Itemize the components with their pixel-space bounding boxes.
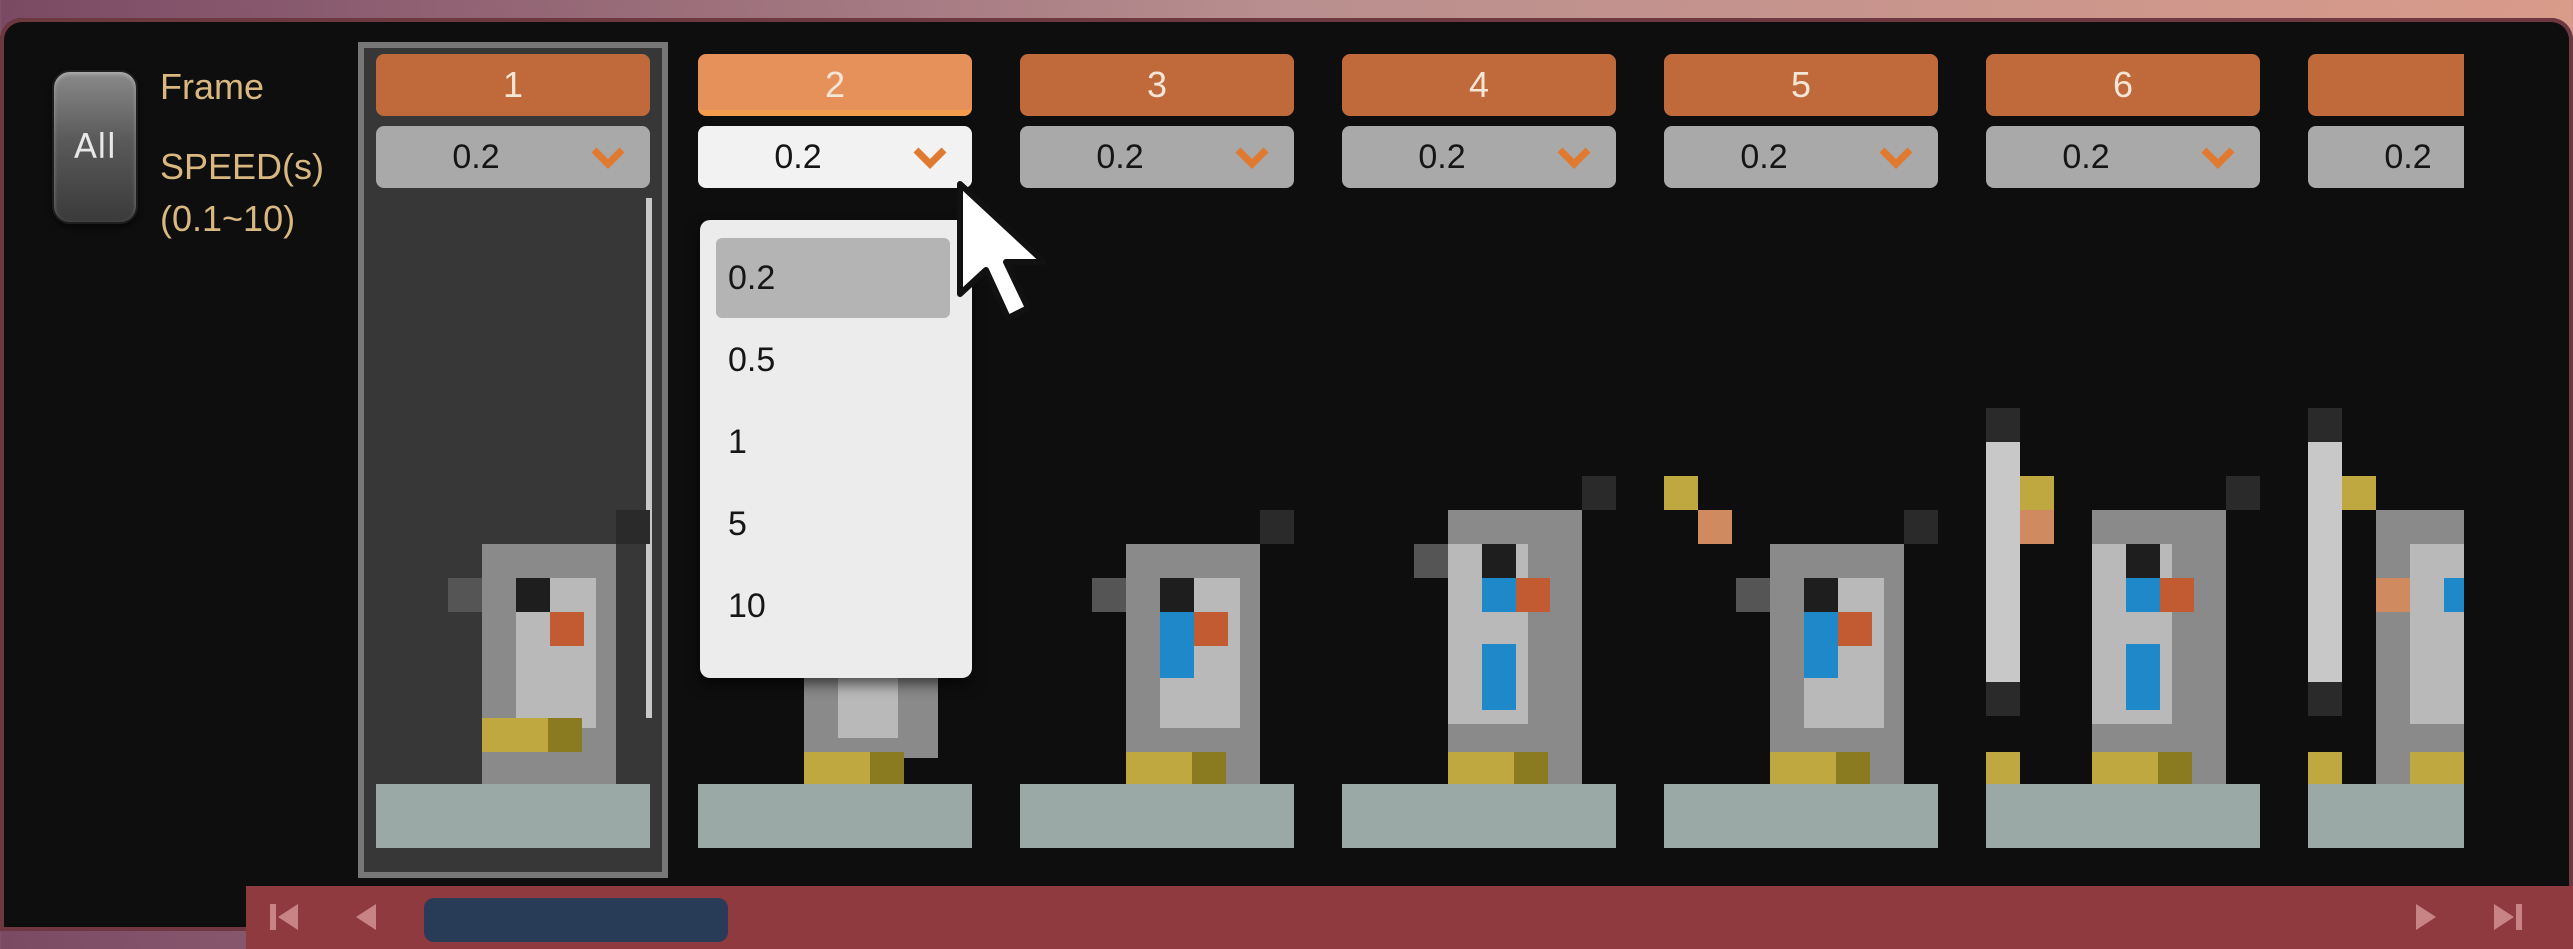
- animation-frame-panel: All Frame SPEED(s) (0.1~10) 1 0.2 2 0.2: [0, 18, 2573, 949]
- speed-option-0-2[interactable]: 0.2: [716, 238, 950, 318]
- frame-sprite-7: [2308, 198, 2464, 928]
- step-forward-icon[interactable]: [2406, 900, 2446, 934]
- speed-option-1[interactable]: 1: [716, 402, 950, 482]
- speed-select-5[interactable]: 0.2: [1664, 126, 1938, 188]
- frame-header-2[interactable]: 2: [698, 54, 972, 116]
- speed-select-1[interactable]: 0.2: [376, 126, 650, 188]
- frame-column-6[interactable]: 6 0.2: [1986, 18, 2260, 928]
- frame-floor-3: [1020, 784, 1294, 848]
- scrollbar-thumb[interactable]: [424, 898, 728, 942]
- mouse-pointer-icon: [957, 181, 1047, 321]
- frame-floor-7: [2308, 784, 2464, 848]
- speed-select-7[interactable]: 0.2: [2308, 126, 2464, 188]
- speed-value-5: 0.2: [1740, 138, 1788, 176]
- speed-dropdown-list: 0.2 0.5 1 5 10: [700, 220, 972, 678]
- frame-sprite-6: [1986, 198, 2260, 928]
- frame-label: Frame: [160, 66, 265, 107]
- frame-column-1[interactable]: 1 0.2: [358, 18, 668, 928]
- frame-sprite-5: [1664, 198, 1938, 928]
- all-button[interactable]: All: [52, 70, 138, 224]
- frame-column-4[interactable]: 4 0.2: [1342, 18, 1616, 928]
- chevron-down-icon: [1879, 147, 1913, 169]
- speed-option-5[interactable]: 5: [716, 484, 950, 564]
- frame-sprite-1: [376, 198, 652, 928]
- chevron-down-icon: [591, 147, 625, 169]
- speed-select-6[interactable]: 0.2: [1986, 126, 2260, 188]
- step-back-icon[interactable]: [346, 900, 386, 934]
- speed-value-7: 0.2: [2384, 138, 2432, 176]
- speed-value-2: 0.2: [774, 138, 822, 176]
- frame-header-5[interactable]: 5: [1664, 54, 1938, 116]
- frame-header-3[interactable]: 3: [1020, 54, 1294, 116]
- skip-to-end-icon[interactable]: [2486, 900, 2526, 934]
- speed-range-label: (0.1~10): [160, 198, 296, 239]
- frame-floor-5: [1664, 784, 1938, 848]
- speed-option-0-5[interactable]: 0.5: [716, 320, 950, 400]
- speed-select-4[interactable]: 0.2: [1342, 126, 1616, 188]
- frame-floor-6: [1986, 784, 2260, 848]
- frame-column-7[interactable]: 7 0.2: [2308, 18, 2464, 928]
- speed-label: SPEED(s): [160, 146, 325, 187]
- frame-column-5[interactable]: 5 0.2: [1664, 18, 1938, 928]
- frame-header-7[interactable]: 7: [2308, 54, 2464, 116]
- speed-value-6: 0.2: [2062, 138, 2110, 176]
- speed-option-10[interactable]: 10: [716, 566, 950, 646]
- chevron-down-icon: [2201, 147, 2235, 169]
- chevron-down-icon: [913, 147, 947, 169]
- frame-column-3[interactable]: 3 0.2: [1020, 18, 1294, 928]
- speed-value-4: 0.2: [1418, 138, 1466, 176]
- frame-floor-2: [698, 784, 972, 848]
- frame-header-6[interactable]: 6: [1986, 54, 2260, 116]
- frame-floor-4: [1342, 784, 1616, 848]
- frame-header-1[interactable]: 1: [376, 54, 650, 116]
- skip-to-start-icon[interactable]: [266, 900, 306, 934]
- frame-sprite-4: [1342, 198, 1616, 928]
- speed-value-1: 0.2: [452, 138, 500, 176]
- frame-header-4[interactable]: 4: [1342, 54, 1616, 116]
- speed-select-2[interactable]: 0.2: [698, 126, 972, 188]
- chevron-down-icon: [1235, 147, 1269, 169]
- frame-floor-1: [376, 784, 650, 848]
- chevron-down-icon: [1557, 147, 1591, 169]
